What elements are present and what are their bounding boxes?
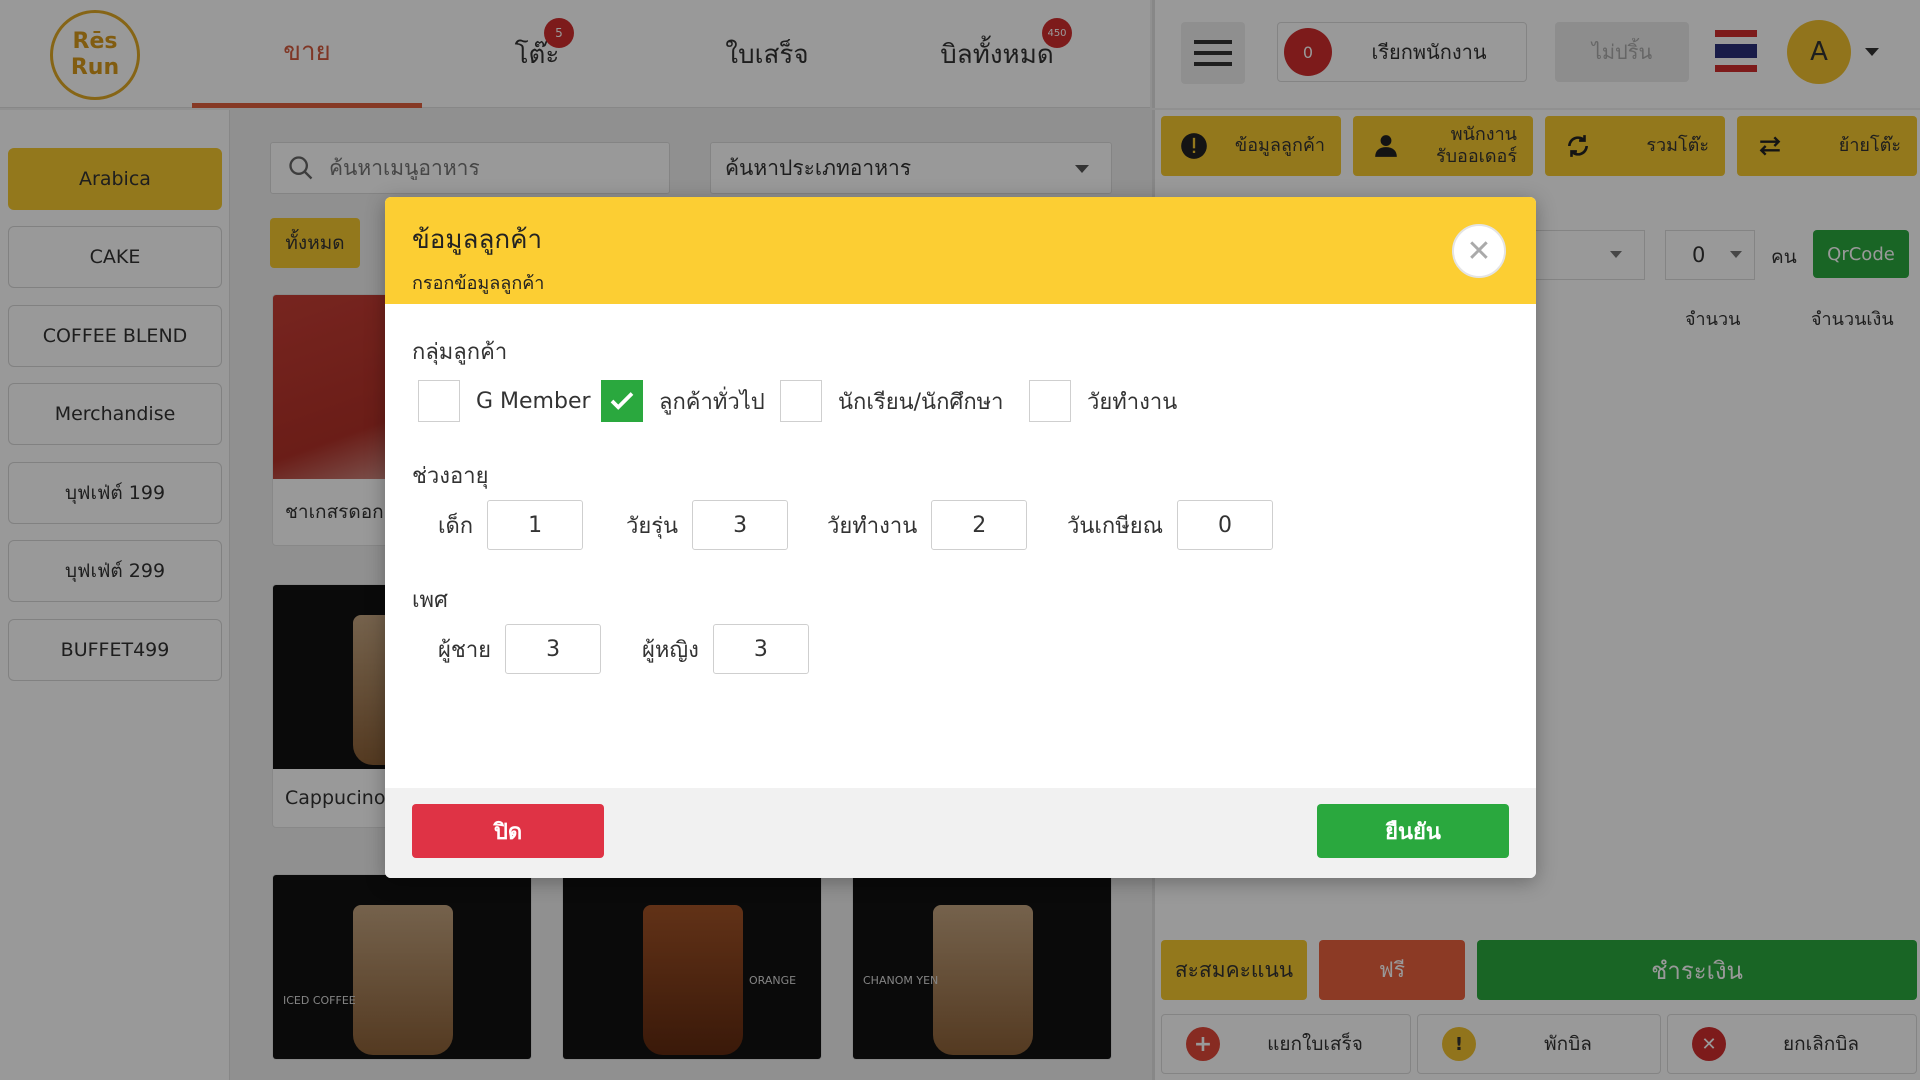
confirm-button[interactable]: ยืนยัน (1317, 804, 1509, 858)
group-checkbox-gmember[interactable]: G Member (418, 380, 591, 422)
age-retired-field: วันเกษียณ (1067, 500, 1274, 550)
customer-info-dialog: ข้อมูลลูกค้า กรอกข้อมูลลูกค้า ✕ กลุ่มลูก… (385, 197, 1536, 878)
checkbox-label: นักเรียน/นักศึกษา (838, 389, 1004, 415)
dialog-footer: ปิด ยืนยัน (385, 788, 1536, 878)
field-label: เด็ก (438, 513, 474, 539)
age-child-input[interactable] (487, 500, 584, 550)
dialog-header: ข้อมูลลูกค้า กรอกข้อมูลลูกค้า ✕ (385, 197, 1536, 304)
customer-group-heading: กลุ่มลูกค้า (412, 340, 508, 365)
group-checkbox-student[interactable]: นักเรียน/นักศึกษา (780, 380, 1004, 422)
check-icon (610, 392, 634, 410)
field-label: วัยทำงาน (827, 513, 918, 539)
checkbox[interactable] (780, 380, 822, 422)
group-checkbox-working[interactable]: วัยทำงาน (1029, 380, 1177, 422)
checkbox[interactable] (601, 380, 643, 422)
gender-male-field: ผู้ชาย (438, 624, 602, 674)
field-label: วันเกษียณ (1067, 513, 1164, 539)
field-label: วัยรุ่น (626, 513, 679, 539)
gender-heading: เพศ (412, 588, 448, 613)
group-checkbox-general[interactable]: ลูกค้าทั่วไป (601, 380, 765, 422)
checkbox-label: G Member (476, 388, 591, 414)
checkbox[interactable] (418, 380, 460, 422)
close-button[interactable]: ปิด (412, 804, 604, 858)
dialog-title: ข้อมูลลูกค้า (412, 225, 543, 255)
checkbox[interactable] (1029, 380, 1071, 422)
age-teen-input[interactable] (692, 500, 789, 550)
gender-female-field: ผู้หญิง (642, 624, 809, 674)
dialog-body: กลุ่มลูกค้า G Member ลูกค้าทั่วไป นักเรี… (385, 304, 1536, 788)
age-retired-input[interactable] (1177, 500, 1274, 550)
close-icon[interactable]: ✕ (1452, 224, 1506, 278)
age-working-input[interactable] (931, 500, 1028, 550)
field-label: ผู้หญิง (642, 637, 699, 663)
field-label: ผู้ชาย (438, 637, 492, 663)
age-teen-field: วัยรุ่น (626, 500, 789, 550)
close-button-label: ปิด (493, 819, 523, 845)
age-working-field: วัยทำงาน (827, 500, 1028, 550)
age-child-field: เด็ก (438, 500, 584, 550)
dialog-subtitle: กรอกข้อมูลลูกค้า (412, 273, 545, 294)
checkbox-label: ลูกค้าทั่วไป (659, 389, 765, 415)
checkbox-label: วัยทำงาน (1087, 389, 1178, 415)
age-range-heading: ช่วงอายุ (412, 464, 489, 489)
confirm-button-label: ยืนยัน (1385, 819, 1441, 845)
gender-female-input[interactable] (712, 624, 809, 674)
gender-male-input[interactable] (505, 624, 602, 674)
